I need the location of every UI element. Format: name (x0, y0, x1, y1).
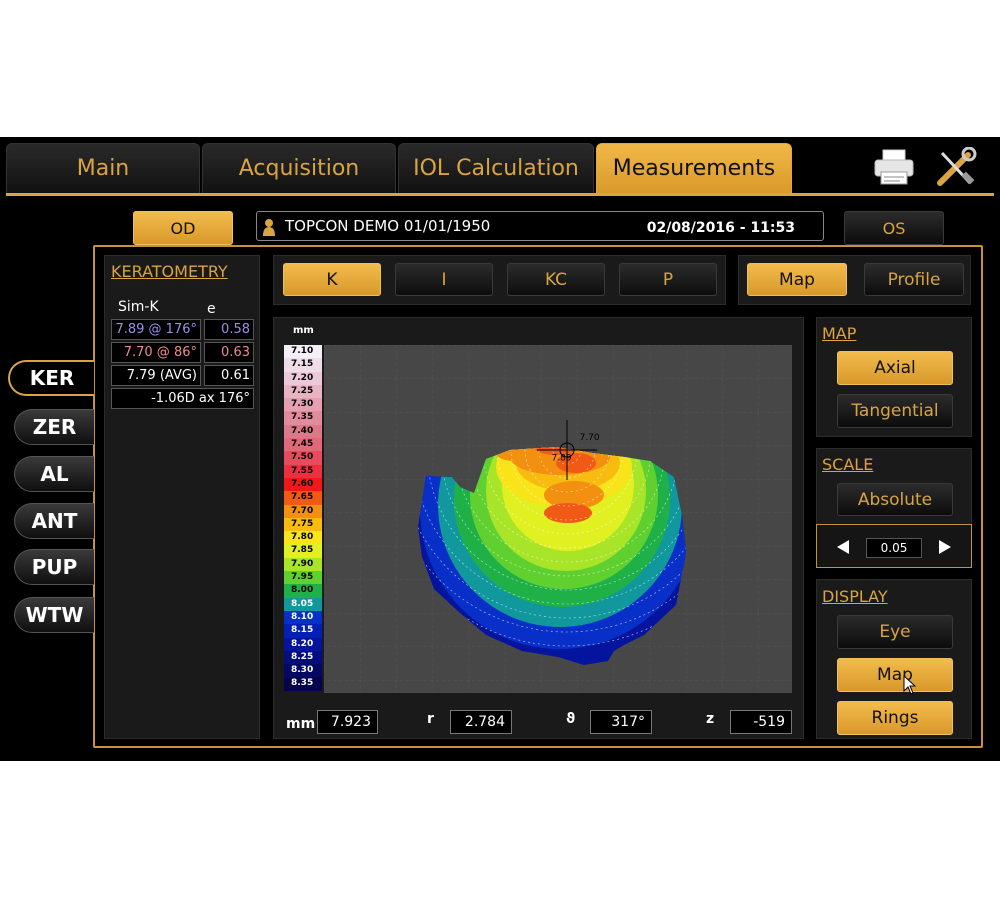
legend-entry: 7.90 (284, 557, 322, 572)
side-tab-wtw[interactable]: WTW (14, 597, 94, 633)
legend-entry: 7.25 (284, 384, 322, 399)
legend-entry: 8.05 (284, 597, 322, 611)
map-annotation: 7.89 (552, 453, 572, 463)
tab-acquisition[interactable]: Acquisition (202, 143, 396, 193)
tab-underline (6, 193, 994, 196)
keratometry-title: KERATOMETRY (111, 262, 228, 281)
legend-entry: 8.10 (284, 610, 322, 625)
step-decrease-icon[interactable] (834, 538, 852, 556)
legend-entry: 8.00 (284, 584, 322, 598)
side-tab-pup[interactable]: PUP (14, 549, 94, 585)
exam-datetime: 02/08/2016 - 11:53 (646, 220, 795, 236)
printer-icon[interactable] (872, 147, 916, 187)
topography-map: 7.70 7.89 (324, 345, 792, 693)
legend-entry: 8.20 (284, 637, 322, 651)
tangential-button[interactable]: Tangential (837, 394, 953, 428)
e-2: 0.63 (204, 342, 254, 363)
legend-entry: 7.30 (284, 398, 322, 412)
legend-entry: 7.60 (284, 477, 322, 492)
mode-i-button[interactable]: I (395, 263, 493, 296)
e-header: e (207, 301, 216, 317)
view-map-button[interactable]: Map (747, 263, 847, 296)
legend-entry: 7.50 (284, 451, 322, 465)
cylinder-value: -1.06D ax 176° (111, 388, 254, 409)
z-value: -519 (730, 710, 792, 734)
color-scale-legend: 7.10 7.15 7.20 7.25 7.30 7.35 7.40 7.45 7.50 7.55… (284, 345, 322, 691)
legend-entry: 7.85 (284, 544, 322, 558)
legend-entry: 8.35 (284, 677, 322, 691)
sim-k-header: Sim-K (118, 299, 159, 315)
legend-entry: 8.25 (284, 650, 322, 665)
r-label: r (427, 711, 434, 727)
legend-entry: 7.70 (284, 504, 322, 518)
legend-entry: 7.65 (284, 491, 322, 505)
legend-entry: 7.80 (284, 531, 322, 545)
app-screen: Main Acquisition IOL Calculation Measure… (0, 137, 1000, 761)
theta-label: ϑ (566, 711, 576, 727)
tab-main[interactable]: Main (6, 143, 200, 193)
axial-button[interactable]: Axial (837, 351, 953, 385)
display-eye-button[interactable]: Eye (837, 615, 953, 649)
legend-entry: 7.40 (284, 424, 322, 439)
legend-entry: 7.15 (284, 358, 322, 372)
tab-iol-calculation[interactable]: IOL Calculation (398, 143, 594, 193)
scale-title: SCALE (822, 455, 874, 474)
mode-p-button[interactable]: P (619, 263, 717, 296)
z-label: z (706, 711, 715, 727)
scale-unit: mm (293, 325, 314, 336)
legend-entry: 8.30 (284, 664, 322, 678)
display-rings-button[interactable]: Rings (837, 701, 953, 735)
e-avg: 0.61 (204, 365, 254, 386)
mouse-cursor-icon (903, 674, 917, 695)
map-type-title: MAP (822, 324, 857, 343)
display-title: DISPLAY (822, 587, 888, 606)
legend-entry: 7.55 (284, 464, 322, 478)
od-button[interactable]: OD (133, 211, 233, 245)
absolute-button[interactable]: Absolute (837, 483, 953, 516)
legend-entry: 7.45 (284, 438, 322, 452)
e-1: 0.58 (204, 319, 254, 340)
view-profile-button[interactable]: Profile (864, 263, 964, 296)
patient-icon (263, 218, 275, 236)
legend-entry: 8.15 (284, 624, 322, 638)
display-map-button[interactable]: Map (837, 658, 953, 692)
os-button[interactable]: OS (844, 211, 944, 245)
mm-value: 7.923 (317, 710, 378, 734)
side-tab-zer[interactable]: ZER (14, 409, 94, 445)
scale-step-value: 0.05 (866, 538, 922, 558)
side-tab-ker[interactable]: KER (8, 360, 94, 396)
mm-label: mm (286, 716, 316, 732)
r-value: 2.784 (450, 710, 512, 734)
legend-entry: 7.75 (284, 517, 322, 532)
theta-value: 317° (590, 710, 652, 734)
tools-icon[interactable] (934, 146, 978, 189)
sim-k-1: 7.89 @ 176° (111, 319, 201, 340)
mode-k-button[interactable]: K (283, 263, 381, 296)
legend-entry: 7.95 (284, 571, 322, 585)
patient-bar: TOPCON DEMO 01/01/1950 02/08/2016 - 11:5… (256, 211, 824, 241)
legend-entry: 7.35 (284, 411, 322, 425)
mode-kc-button[interactable]: KC (507, 263, 605, 296)
tab-measurements[interactable]: Measurements (596, 143, 792, 193)
side-tab-al[interactable]: AL (14, 456, 94, 492)
patient-name: TOPCON DEMO 01/01/1950 (285, 217, 491, 235)
sim-k-avg: 7.79 (AVG) (111, 365, 201, 386)
legend-entry: 7.10 (284, 345, 322, 359)
sim-k-2: 7.70 @ 86° (111, 342, 201, 363)
legend-entry: 7.20 (284, 371, 322, 385)
step-increase-icon[interactable] (936, 538, 954, 556)
map-annotation: 7.70 (580, 433, 600, 443)
side-tab-ant[interactable]: ANT (14, 503, 94, 539)
